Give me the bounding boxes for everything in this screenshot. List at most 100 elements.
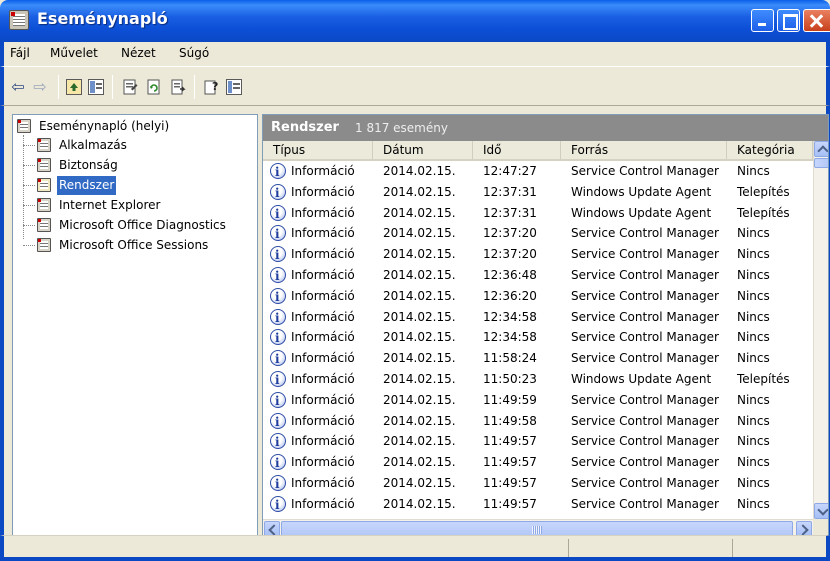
tree-item-security[interactable]: Biztonság <box>23 156 243 175</box>
status-bar <box>0 535 830 561</box>
cell-time: 11:49:58 <box>483 413 537 428</box>
cell-time: 11:50:23 <box>483 372 537 386</box>
maximize-button[interactable] <box>777 9 800 32</box>
table-row[interactable]: Információ 2014.02.15. 12:37:20 Service Con… <box>263 244 813 265</box>
cell-type: Információ <box>291 351 355 366</box>
column-header-type[interactable]: Típus <box>263 141 373 159</box>
column-header-source[interactable]: Forrás <box>561 141 727 159</box>
cell-date: 2014.02.15. <box>383 268 456 282</box>
table-row[interactable]: Információ 2014.02.15. 12:36:48 Service Con… <box>263 265 813 286</box>
refresh-icon[interactable] <box>146 79 162 95</box>
list-header-bar: Rendszer 1 817 esemény <box>263 115 828 141</box>
table-row[interactable]: Információ 2014.02.15. 12:36:20 Service Con… <box>263 286 813 307</box>
cell-type: Információ <box>291 268 355 282</box>
log-book-icon <box>37 198 51 212</box>
tree-item-office-sessions[interactable]: Microsoft Office Sessions <box>23 236 253 255</box>
table-row[interactable]: Információ 2014.02.15. 11:49:57 Service Con… <box>263 473 813 494</box>
tree-item-office-diagnostics[interactable]: Microsoft Office Diagnostics <box>23 216 253 235</box>
cell-date: 2014.02.15. <box>383 476 456 490</box>
info-icon <box>270 495 286 515</box>
table-row[interactable]: Információ 2014.02.15. 12:37:20 Service Con… <box>263 223 813 244</box>
cell-source: Service Control Manager <box>571 268 719 282</box>
column-header-date[interactable]: Dátum <box>373 141 473 159</box>
title-bar[interactable]: Eseménynapló <box>0 0 830 42</box>
table-row[interactable]: Információ 2014.02.15. 12:37:31 Windows Upd… <box>263 182 813 203</box>
table-row[interactable]: Információ 2014.02.15. 11:49:58 Service Con… <box>263 411 813 432</box>
up-folder-icon[interactable] <box>66 79 82 95</box>
column-header-time[interactable]: Idő <box>473 141 561 159</box>
table-row[interactable]: Információ 2014.02.15. 11:49:57 Service Con… <box>263 494 813 515</box>
menu-help[interactable]: Súgó <box>179 46 209 60</box>
tree-item-label: Rendszer <box>57 176 117 195</box>
cell-type: Információ <box>291 455 355 470</box>
table-row[interactable]: Információ 2014.02.15. 12:47:27 Service Con… <box>263 161 813 182</box>
info-icon <box>270 370 286 390</box>
cell-date: 2014.02.15. <box>383 434 456 449</box>
cell-category: Nincs <box>737 226 770 241</box>
show-tree-icon[interactable] <box>88 79 104 95</box>
table-row[interactable]: Információ 2014.02.15. 12:34:58 Service Con… <box>263 327 813 348</box>
table-row[interactable]: Információ 2014.02.15. 12:37:31 Windows Upd… <box>263 203 813 224</box>
close-button[interactable] <box>803 9 830 32</box>
info-icon <box>270 308 286 328</box>
table-row[interactable]: Információ 2014.02.15. 11:49:59 Service Con… <box>263 390 813 411</box>
cell-category: Nincs <box>737 392 770 407</box>
column-header-category[interactable]: Kategória <box>727 141 813 159</box>
vertical-scroll-thumb[interactable] <box>814 158 828 168</box>
info-icon <box>270 287 286 307</box>
cell-category: Nincs <box>737 351 770 366</box>
cell-type: Információ <box>291 288 355 303</box>
info-icon <box>270 266 286 286</box>
info-icon <box>270 453 286 473</box>
menu-view[interactable]: Nézet <box>121 46 156 60</box>
table-row[interactable]: Információ 2014.02.15. 11:49:57 Service Con… <box>263 452 813 473</box>
vertical-scrollbar[interactable] <box>813 141 828 519</box>
cell-type: Információ <box>291 392 355 407</box>
help-icon[interactable]: ? <box>204 79 220 95</box>
cell-time: 12:36:20 <box>483 288 537 303</box>
cell-type: Információ <box>291 372 355 386</box>
table-row[interactable]: Információ 2014.02.15. 11:58:24 Service Con… <box>263 348 813 369</box>
cell-category: Nincs <box>737 309 770 324</box>
table-row[interactable]: Információ 2014.02.15. 11:49:57 Service Con… <box>263 431 813 452</box>
scroll-grip <box>532 526 542 534</box>
scroll-down-button[interactable] <box>814 503 828 519</box>
cell-type: Információ <box>291 496 355 511</box>
cell-date: 2014.02.15. <box>383 205 456 220</box>
cell-category: Nincs <box>737 413 770 428</box>
svg-text:?: ? <box>212 80 218 93</box>
tree-root-label: Eseménynapló (helyi) <box>39 119 170 133</box>
cell-category: Nincs <box>737 476 770 490</box>
cell-source: Service Control Manager <box>571 476 719 490</box>
view-icon[interactable] <box>226 79 242 95</box>
tree-item-internet-explorer[interactable]: Internet Explorer <box>23 196 243 215</box>
info-icon <box>270 328 286 348</box>
cell-source: Service Control Manager <box>571 455 719 470</box>
cell-date: 2014.02.15. <box>383 455 456 470</box>
table-row[interactable]: Információ 2014.02.15. 11:50:23 Windows Upd… <box>263 369 813 390</box>
cell-source: Service Control Manager <box>571 330 719 345</box>
tree-root[interactable]: Eseménynapló (helyi) <box>17 117 247 136</box>
cell-category: Telepítés <box>737 184 790 199</box>
toolbar-separator <box>194 75 195 99</box>
cell-time: 12:37:20 <box>483 226 537 241</box>
back-arrow-icon[interactable]: ⇦ <box>10 79 26 95</box>
cell-time: 12:37:31 <box>483 205 537 220</box>
menu-file[interactable]: Fájl <box>10 46 30 60</box>
export-list-icon[interactable] <box>170 79 186 95</box>
table-row[interactable]: Információ 2014.02.15. 12:34:58 Service Con… <box>263 307 813 328</box>
forward-arrow-icon[interactable]: ⇨ <box>32 79 48 95</box>
cell-type: Információ <box>291 164 355 178</box>
tree-item-application[interactable]: Alkalmazás <box>23 136 243 155</box>
cell-type: Információ <box>291 476 355 490</box>
window-title: Eseménynapló <box>37 9 168 28</box>
cell-time: 11:49:57 <box>483 455 537 470</box>
minimize-button[interactable] <box>751 9 774 32</box>
cell-type: Információ <box>291 247 355 262</box>
menu-action[interactable]: Művelet <box>50 46 98 60</box>
cell-category: Nincs <box>737 164 770 178</box>
properties-icon[interactable] <box>122 79 138 95</box>
cell-category: Nincs <box>737 434 770 449</box>
scroll-up-button[interactable] <box>814 141 828 157</box>
tree-item-system[interactable]: Rendszer <box>23 176 243 195</box>
